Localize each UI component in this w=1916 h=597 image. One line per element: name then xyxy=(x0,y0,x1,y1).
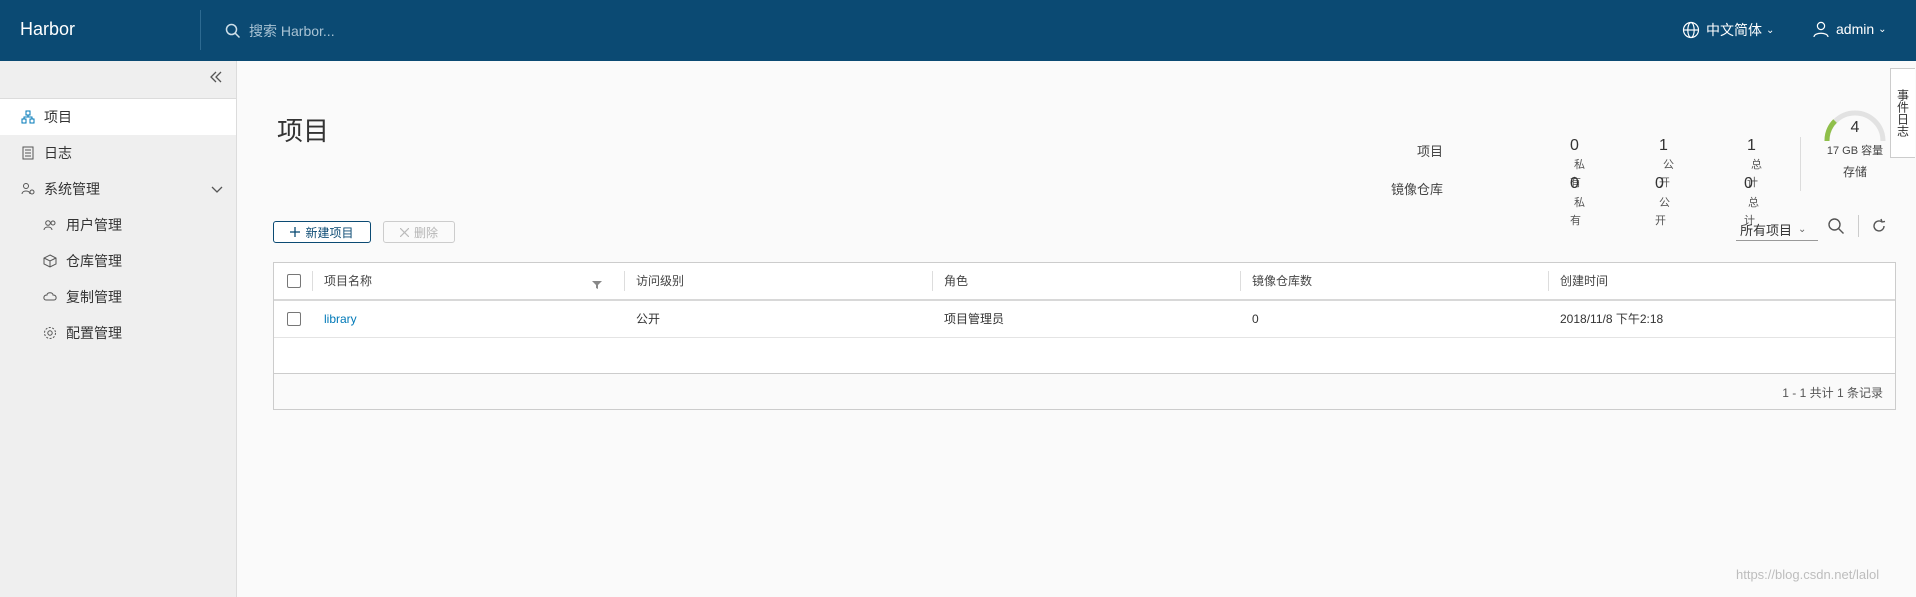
column-header-role[interactable]: 角色 xyxy=(934,263,1234,299)
sidebar-item-label: 项目 xyxy=(44,109,72,125)
sidebar-item-label: 复制管理 xyxy=(66,289,122,305)
storage-label: 存储 xyxy=(1842,165,1867,179)
collapse-sidebar-button[interactable] xyxy=(208,69,224,90)
filter-value: 所有项目 xyxy=(1740,222,1793,238)
sidebar-item-users[interactable]: 用户管理 xyxy=(0,207,236,243)
storage-capacity: 17 GB 容量 xyxy=(1826,145,1884,157)
new-project-button[interactable]: 新建项目 xyxy=(273,221,371,243)
project-created: 2018/11/8 下午2:18 xyxy=(1560,312,1664,326)
globe-icon xyxy=(1682,21,1700,39)
search-input[interactable] xyxy=(247,22,551,40)
search-icon xyxy=(1828,218,1844,234)
top-header: Harbor 中文简体 ⌄ admin ⌄ xyxy=(0,0,1916,61)
project-filter-select[interactable]: 所有项目 ⌄ xyxy=(1736,218,1818,241)
header-divider xyxy=(200,10,201,50)
chevron-down-icon: ⌄ xyxy=(1798,223,1807,235)
delete-button[interactable]: 删除 xyxy=(383,221,455,243)
stat-label-projects: 项目 xyxy=(1416,144,1443,159)
projects-table: 项目名称 访问级别 角色 镜像仓库数 创建时间 library 公开 项目管理员… xyxy=(273,262,1896,410)
stats-divider xyxy=(1800,137,1801,191)
column-divider xyxy=(1240,271,1241,291)
admin-icon xyxy=(20,181,36,197)
sidebar-item-label: 用户管理 xyxy=(66,217,122,233)
language-label: 中文简体 xyxy=(1706,22,1762,38)
stat-repos-public: 0公开 xyxy=(1655,175,1670,227)
project-access: 公开 xyxy=(636,312,661,326)
sidebar-item-label: 配置管理 xyxy=(66,325,122,341)
table-header: 项目名称 访问级别 角色 镜像仓库数 创建时间 xyxy=(274,263,1895,301)
refresh-icon xyxy=(1873,218,1886,232)
project-role: 项目管理员 xyxy=(944,312,1005,326)
chevron-down-icon: ⌄ xyxy=(1766,24,1775,36)
filter-icon[interactable] xyxy=(592,277,602,295)
user-menu[interactable]: admin ⌄ xyxy=(1812,20,1887,38)
user-icon xyxy=(1813,21,1829,38)
main-content: 项目 项目 0私有 1公开 1总计 镜像仓库 0私有 0公开 0总计 4 17 … xyxy=(237,61,1916,597)
username: admin xyxy=(1836,21,1875,37)
users-icon xyxy=(42,217,58,233)
config-icon xyxy=(42,325,58,341)
column-divider xyxy=(932,271,933,291)
sidebar-item-logs[interactable]: 日志 xyxy=(0,135,236,171)
toolbar-divider xyxy=(1858,215,1859,237)
registries-icon xyxy=(42,253,58,269)
sidebar-item-config[interactable]: 配置管理 xyxy=(0,315,236,351)
close-icon xyxy=(399,227,409,237)
storage-count: 4 xyxy=(1850,119,1860,136)
select-all-checkbox[interactable] xyxy=(287,274,301,288)
projects-icon xyxy=(20,109,36,125)
row-checkbox[interactable] xyxy=(287,312,301,326)
brand-title[interactable]: Harbor xyxy=(20,19,75,40)
language-selector[interactable]: 中文简体 ⌄ xyxy=(1682,20,1774,40)
sidebar-item-label: 仓库管理 xyxy=(66,253,122,269)
column-header-created[interactable]: 创建时间 xyxy=(1550,263,1850,299)
global-search[interactable] xyxy=(225,21,551,41)
page-title: 项目 xyxy=(277,116,330,146)
column-header-access[interactable]: 访问级别 xyxy=(626,263,926,299)
delete-label: 删除 xyxy=(413,225,438,240)
sidebar-item-projects[interactable]: 项目 xyxy=(0,99,236,135)
double-chevron-left-icon xyxy=(210,71,222,83)
column-divider xyxy=(312,271,313,291)
stat-repos-private: 0私有 xyxy=(1570,175,1585,227)
project-repo-count: 0 xyxy=(1252,312,1259,326)
sidebar-item-registries[interactable]: 仓库管理 xyxy=(0,243,236,279)
sidebar-item-admin[interactable]: 系统管理 xyxy=(0,171,236,207)
table-footer: 1 - 1 共计 1 条记录 xyxy=(274,373,1895,409)
stat-label-repos: 镜像仓库 xyxy=(1390,182,1443,197)
column-header-name[interactable]: 项目名称 xyxy=(314,263,584,299)
chevron-down-icon xyxy=(210,182,224,199)
plus-icon xyxy=(290,227,301,237)
sidebar-item-replication[interactable]: 复制管理 xyxy=(0,279,236,315)
refresh-button[interactable] xyxy=(1871,218,1887,239)
sidebar-item-label: 系统管理 xyxy=(44,181,100,197)
sidebar: 项目 日志 系统管理 用户管理 仓库管理 复制管理 配置管理 xyxy=(0,61,237,597)
replication-icon xyxy=(42,289,58,305)
chevron-down-icon: ⌄ xyxy=(1878,23,1887,35)
project-name-link[interactable]: library xyxy=(314,301,614,337)
column-header-repo-count[interactable]: 镜像仓库数 xyxy=(1242,263,1542,299)
pagination-summary: 1 - 1 共计 1 条记录 xyxy=(1782,386,1883,400)
search-icon xyxy=(225,23,241,39)
event-log-tab[interactable]: 事件日志 xyxy=(1890,68,1915,158)
new-project-label: 新建项目 xyxy=(305,225,354,240)
logs-icon xyxy=(20,145,36,161)
sidebar-item-label: 日志 xyxy=(44,145,72,161)
column-divider xyxy=(1548,271,1549,291)
column-divider xyxy=(624,271,625,291)
table-row[interactable]: library 公开 项目管理员 0 2018/11/8 下午2:18 xyxy=(274,301,1895,338)
watermark: https://blog.csdn.net/lalol xyxy=(1736,567,1880,582)
search-projects-button[interactable] xyxy=(1827,217,1845,240)
